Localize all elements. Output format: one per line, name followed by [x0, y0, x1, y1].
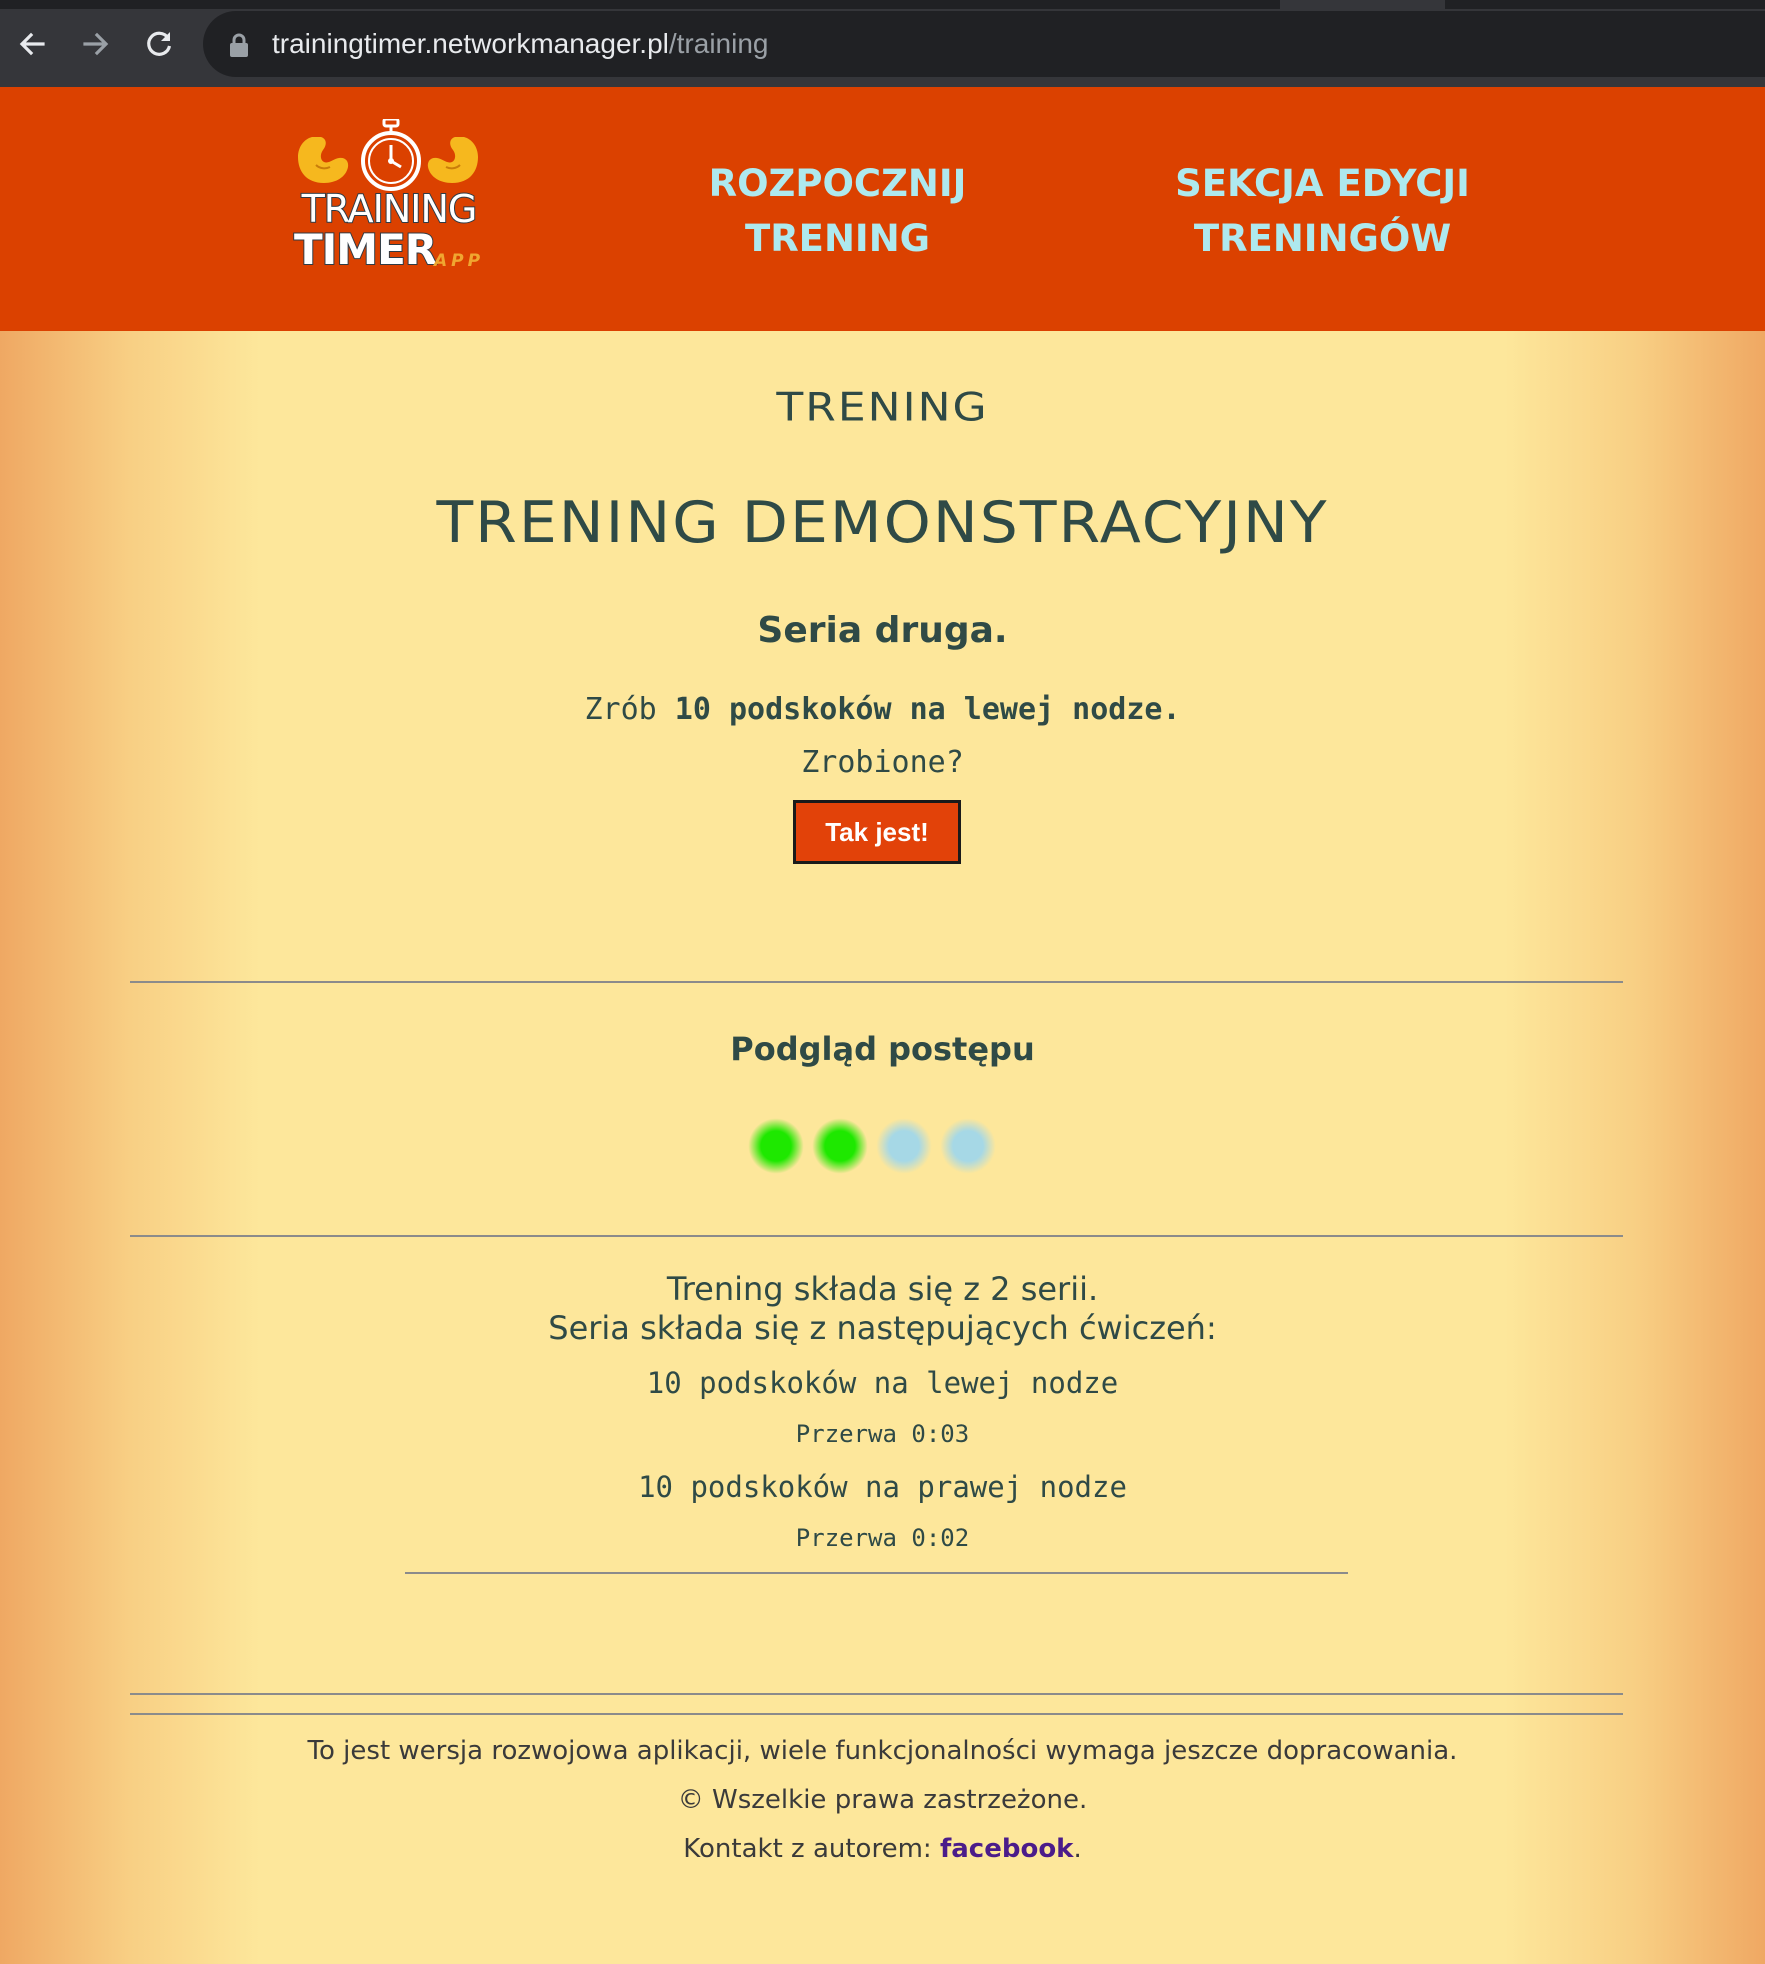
browser-toolbar: trainingtimer.networkmanager.pl/training	[0, 0, 1765, 87]
contact-line: Kontakt z autorem: facebook.	[0, 1834, 1765, 1864]
progress-dot-done	[748, 1118, 804, 1174]
url-path: /training	[668, 28, 769, 59]
lock-icon	[230, 33, 248, 57]
nav-start-training[interactable]: ROZPOCZNIJ TRENING	[660, 156, 1015, 266]
current-exercise-instruction: Zrób 10 podskoków na lewej nodze.	[0, 692, 1765, 727]
url-host: trainingtimer.networkmanager.pl	[272, 28, 669, 59]
nav-edit-trainings[interactable]: SEKCJA EDYCJI TRENINGÓW	[1130, 156, 1515, 266]
divider	[130, 1235, 1623, 1237]
instruction-prefix: Zrób	[584, 692, 657, 727]
url-text: trainingtimer.networkmanager.pl/training	[272, 11, 769, 77]
training-name: TRENING DEMONSTRACYJNY	[436, 489, 1329, 557]
stopwatch-icon	[361, 119, 421, 191]
progress-indicator	[748, 1118, 1008, 1174]
series-label: Seria druga.	[757, 610, 1008, 651]
exercises-intro: Seria składa się z następujących ćwiczeń…	[548, 1309, 1217, 1347]
instruction-exercise: 10 podskoków na lewej nodze.	[674, 692, 1181, 727]
divider	[130, 1693, 1623, 1695]
exercise-list-item: 10 podskoków na lewej nodze	[646, 1366, 1119, 1400]
progress-dot-pending	[940, 1118, 996, 1174]
confirm-done-button[interactable]: Tak jest!	[793, 800, 961, 864]
divider	[130, 981, 1623, 983]
contact-prefix: Kontakt z autorem:	[683, 1834, 940, 1864]
exercise-list-item: 10 podskoków na prawej nodze	[638, 1470, 1127, 1504]
back-arrow-icon[interactable]	[10, 22, 54, 66]
dev-notice: To jest wersja rozwojowa aplikacji, wiel…	[307, 1736, 1458, 1766]
section-title: TRENING	[776, 384, 989, 431]
logo-text-timer: TIMER	[293, 225, 438, 274]
forward-arrow-icon[interactable]	[74, 22, 118, 66]
series-count-text: Trening składa się z 2 serii.	[666, 1270, 1099, 1308]
divider	[405, 1572, 1348, 1574]
logo-text-training: TRAINING	[301, 187, 479, 231]
contact-suffix: .	[1073, 1834, 1082, 1864]
copyright: © Wszelkie prawa zastrzeżone.	[677, 1785, 1088, 1815]
training-timer-logo[interactable]: TRAINING TIMER APP	[284, 119, 494, 279]
progress-dot-done	[812, 1118, 868, 1174]
done-question: Zrobione?	[801, 745, 964, 780]
break-duration: Przerwa 0:03	[795, 1420, 970, 1448]
divider	[130, 1713, 1623, 1715]
flexed-arm-icon	[427, 137, 478, 183]
reload-icon[interactable]	[137, 22, 181, 66]
break-duration: Przerwa 0:02	[795, 1524, 970, 1552]
progress-dot-pending	[876, 1118, 932, 1174]
facebook-link[interactable]: facebook	[940, 1834, 1074, 1864]
training-summary: Trening składa się z 2 serii. Seria skła…	[0, 1270, 1765, 1348]
tab-strip	[0, 0, 1765, 9]
logo-text-app: APP	[434, 251, 485, 271]
active-tab[interactable]	[1280, 0, 1445, 9]
address-bar[interactable]: trainingtimer.networkmanager.pl/training	[203, 11, 1765, 77]
flexed-arm-icon	[298, 137, 349, 183]
progress-title: Podgląd postępu	[730, 1030, 1035, 1068]
